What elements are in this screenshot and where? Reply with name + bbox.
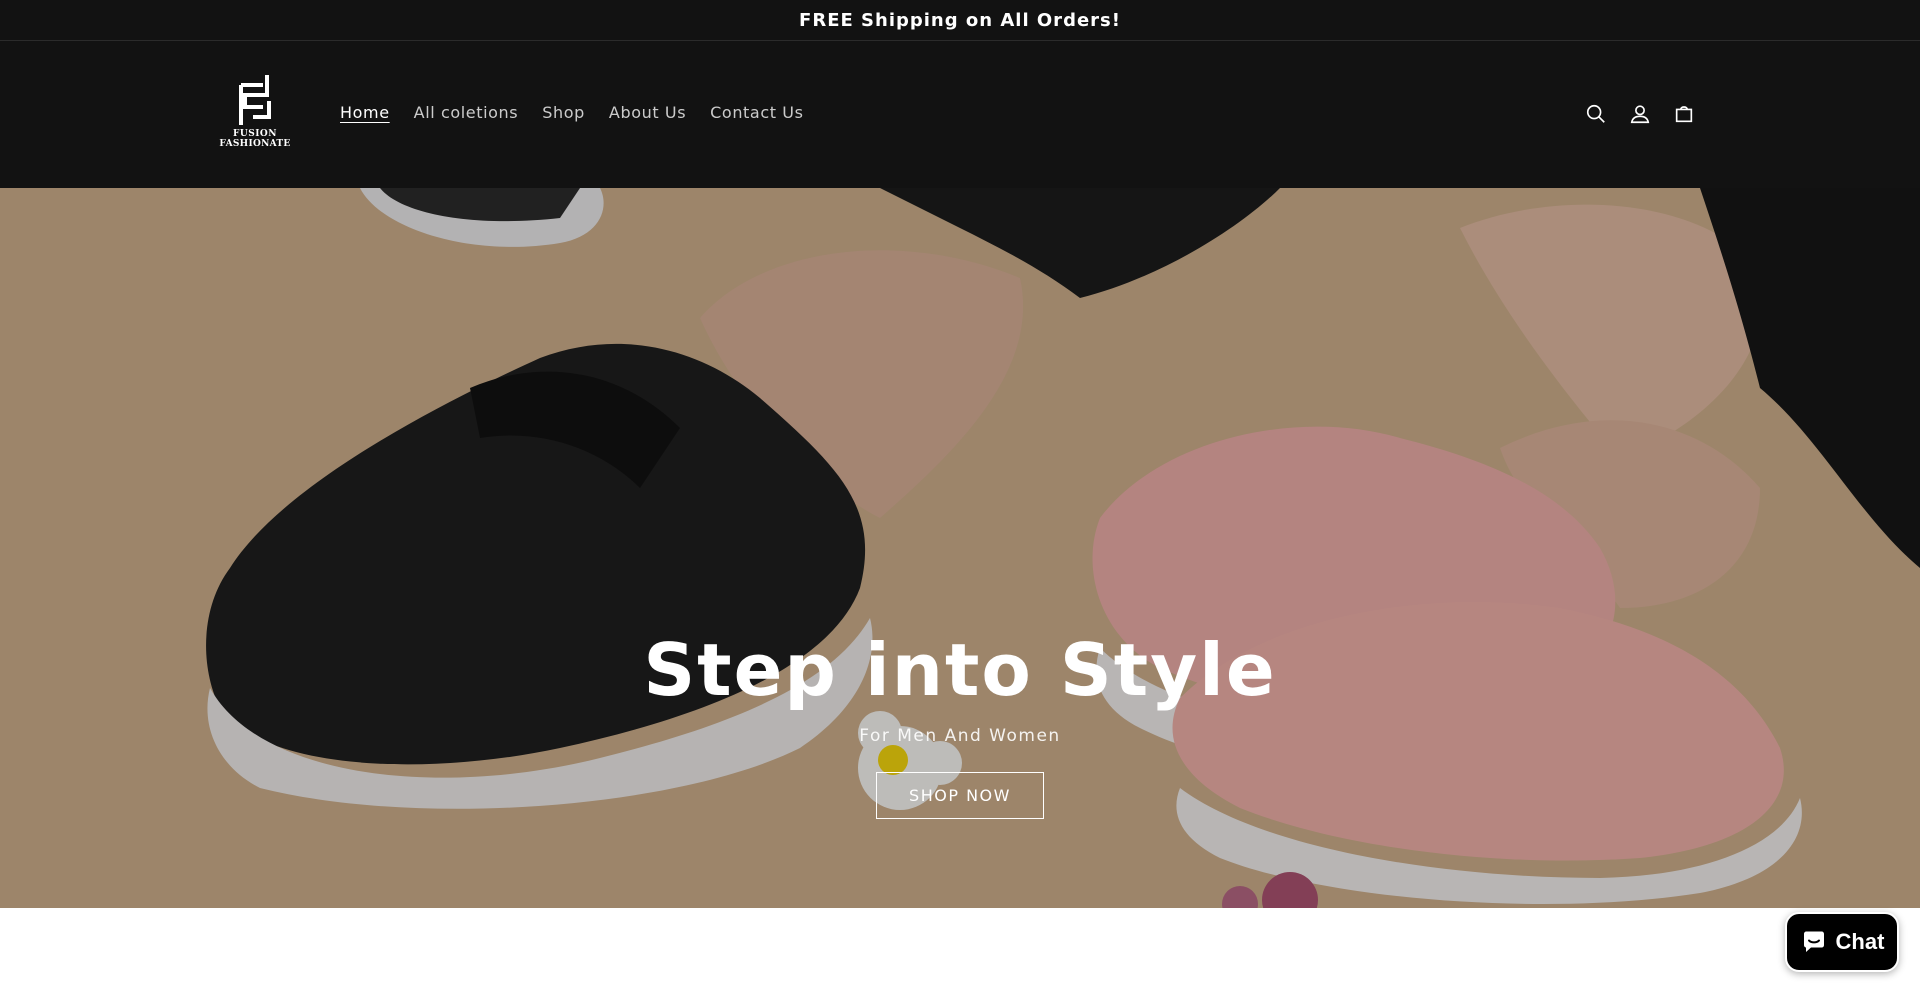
- nav-item-home[interactable]: Home: [340, 103, 390, 122]
- logo-mark-icon: [239, 75, 271, 125]
- hero-banner: Step into Style For Men And Women SHOP N…: [0, 188, 1920, 908]
- chat-bubble-icon: [1803, 931, 1824, 952]
- brand-line2: FASHIONATE: [219, 139, 291, 149]
- header-icons: [1584, 100, 1696, 128]
- main-nav: Home All coletions Shop About Us Contact…: [340, 97, 828, 127]
- announcement-text: FREE Shipping on All Orders!: [799, 9, 1121, 31]
- nav-item-all-collections[interactable]: All coletions: [414, 103, 519, 122]
- brand-logo[interactable]: FUSION FASHIONATE: [218, 73, 292, 157]
- announcement-bar: FREE Shipping on All Orders!: [0, 0, 1920, 41]
- nav-item-shop[interactable]: Shop: [542, 103, 585, 122]
- hero-title: Step into Style: [643, 628, 1277, 712]
- hero-subtitle: For Men And Women: [859, 726, 1061, 746]
- nav-item-about-us[interactable]: About Us: [609, 103, 686, 122]
- chat-button[interactable]: Chat: [1785, 912, 1899, 972]
- chat-label: Chat: [1835, 929, 1885, 954]
- cart-icon[interactable]: [1672, 102, 1696, 126]
- shop-now-button[interactable]: SHOP NOW: [876, 772, 1044, 819]
- nav-item-contact-us[interactable]: Contact Us: [710, 103, 803, 122]
- next-section: [0, 908, 1920, 993]
- brand-line1: FUSION: [232, 129, 277, 139]
- account-icon[interactable]: [1628, 102, 1652, 126]
- search-icon[interactable]: [1584, 102, 1608, 126]
- site-header: FUSION FASHIONATE Home All coletions Sho…: [0, 41, 1920, 188]
